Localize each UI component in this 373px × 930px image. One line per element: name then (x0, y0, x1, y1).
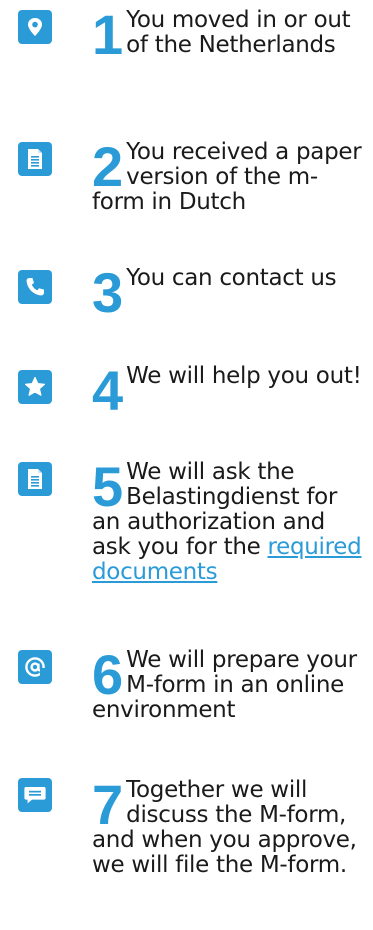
document-icon (18, 142, 52, 176)
step-5-text: 5 We will ask the Belastingdienst for an… (92, 455, 367, 585)
step-description: You received a paper version of the m-fo… (92, 139, 362, 215)
step-number: 4 (92, 359, 123, 422)
step-number: 5 (92, 455, 123, 518)
document-icon (18, 462, 52, 496)
step-number: 1 (92, 3, 123, 66)
step-description: You can contact us (126, 265, 337, 291)
step-2-text: 2 You received a paper version of the m-… (92, 135, 367, 215)
step-3-text: 3 You can contact us (92, 261, 367, 324)
chat-bubble-icon (18, 778, 52, 812)
step-4-text: 4 We will help you out! (92, 359, 367, 422)
at-sign-icon (18, 650, 52, 684)
step-number: 2 (92, 135, 123, 198)
step-number: 3 (92, 261, 123, 324)
step-description: You moved in or out of the Netherlands (126, 7, 351, 58)
phone-icon (18, 270, 52, 304)
step-description: We will prepare your M-form in an online… (92, 647, 357, 723)
step-description: Together we will discuss the M-form, and… (92, 777, 357, 878)
step-1-text: 1 You moved in or out of the Netherlands (92, 3, 367, 66)
step-description: We will help you out! (126, 363, 362, 389)
step-6-text: 6 We will prepare your M-form in an onli… (92, 643, 367, 723)
location-pin-icon (18, 10, 52, 44)
step-7-text: 7 Together we will discuss the M-form, a… (92, 773, 367, 878)
step-number: 6 (92, 643, 123, 706)
step-number: 7 (92, 773, 123, 836)
star-icon (18, 370, 52, 404)
